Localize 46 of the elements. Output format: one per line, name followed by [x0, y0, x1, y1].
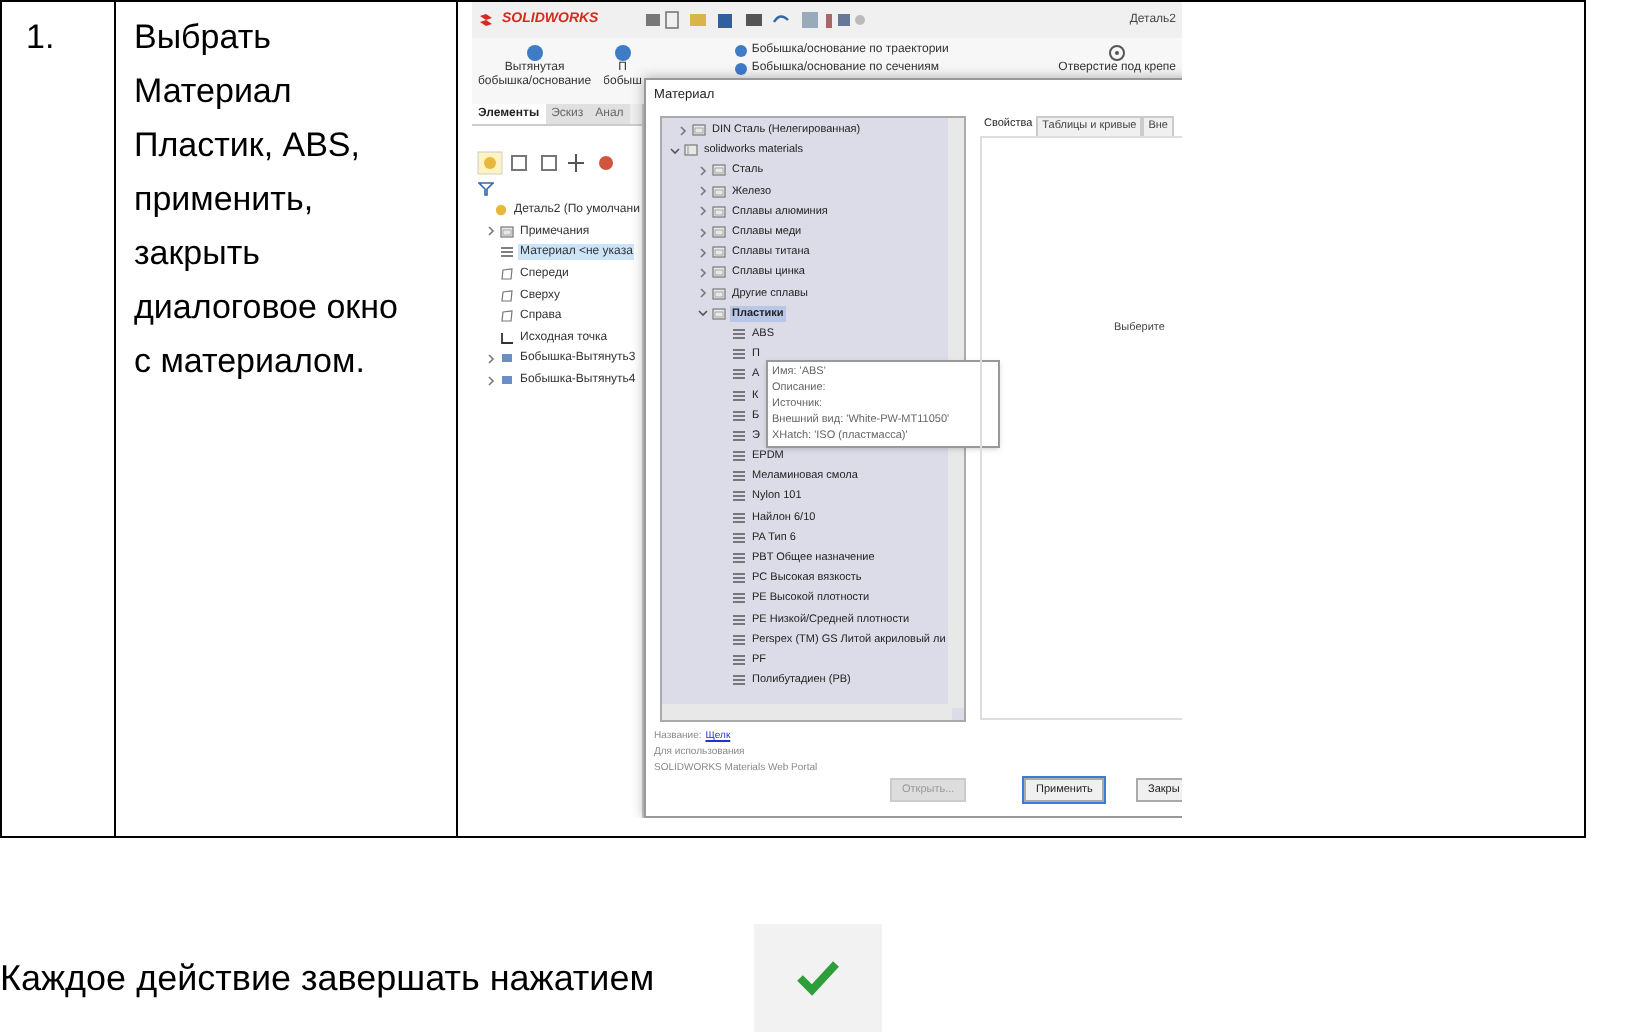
expand-chevron-icon[interactable]: [698, 186, 708, 197]
ok-button[interactable]: [754, 924, 883, 1032]
material-list-icon: [732, 633, 746, 646]
expand-chevron-icon[interactable]: [486, 226, 496, 237]
expand-chevron-icon[interactable]: [486, 375, 496, 386]
material-list-icon: [732, 613, 746, 626]
collapse-chevron-icon[interactable]: [670, 145, 680, 156]
material-list-icon: [732, 327, 746, 340]
material-list-icon: [732, 531, 746, 544]
material-list-icon: [732, 450, 746, 463]
footer-text: Каждое действие завершать нажатием: [0, 955, 655, 1002]
material-list-icon: [732, 429, 746, 442]
horizontal-scrollbar[interactable]: [662, 704, 952, 720]
material-list-icon: [732, 653, 746, 666]
material-list-icon: [732, 511, 746, 524]
expand-chevron-icon[interactable]: [698, 227, 708, 238]
folder-icon: [500, 225, 514, 238]
expand-chevron-icon[interactable]: [698, 247, 708, 258]
material-list-icon: [732, 592, 746, 605]
expand-chevron-icon[interactable]: [698, 267, 708, 278]
expand-chevron-icon[interactable]: [486, 353, 496, 364]
part-icon: [494, 204, 508, 217]
material-list-icon: [732, 552, 746, 565]
origin-icon: [500, 331, 514, 344]
material-list-icon: [732, 368, 746, 381]
expand-chevron-icon[interactable]: [678, 125, 688, 136]
expand-chevron-icon[interactable]: [698, 288, 708, 299]
material-list-icon: [732, 470, 746, 483]
checkmark-icon: [794, 958, 843, 998]
collapse-chevron-icon[interactable]: [698, 308, 708, 319]
material-list-icon: [732, 389, 746, 402]
library-icon: [684, 144, 698, 157]
material-list-icon: [732, 572, 746, 585]
hole-icon: [1108, 44, 1127, 62]
filter-icon: [478, 182, 494, 196]
instruction-text: Выбрать Материал Пластик, ABS, применить, закрыть диалоговое окно с материалом.: [116, 2, 458, 836]
logo-icon: [478, 12, 494, 28]
material-list-icon: [732, 409, 746, 422]
step-number: 1.: [2, 2, 116, 836]
material-list-icon: [500, 246, 514, 259]
material-list-icon: [732, 348, 746, 361]
folder-icon: [692, 124, 706, 137]
material-list-icon: [732, 490, 746, 503]
expand-chevron-icon[interactable]: [698, 165, 708, 176]
expand-chevron-icon[interactable]: [698, 206, 708, 217]
material-list-icon: [732, 674, 746, 687]
